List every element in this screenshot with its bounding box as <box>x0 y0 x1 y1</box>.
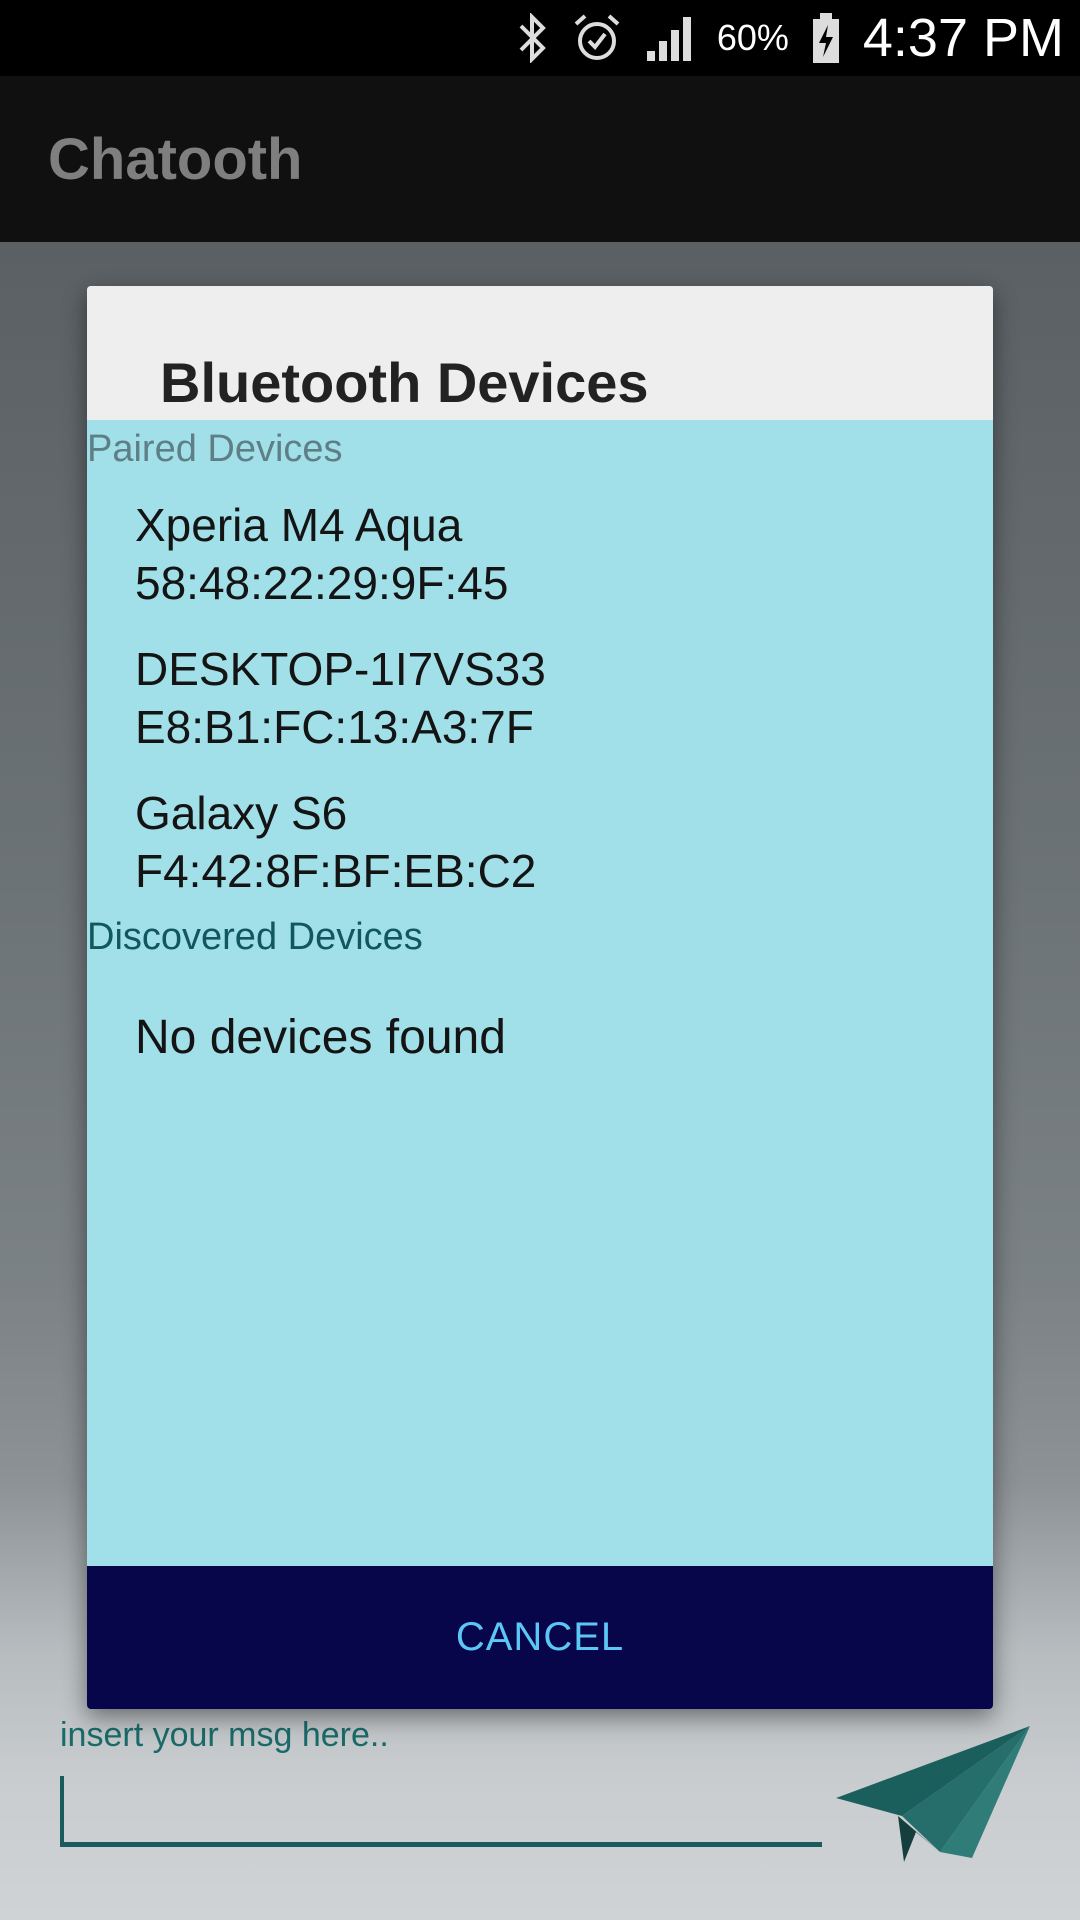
text-cursor <box>60 1776 64 1844</box>
app-title: Chatooth <box>48 127 303 192</box>
battery-percent: 60% <box>716 17 789 58</box>
cancel-label: CANCEL <box>455 1615 625 1659</box>
device-item[interactable]: DESKTOP-1I7VS33 E8:B1:FC:13:A3:7F <box>135 640 546 756</box>
paired-devices-header: Paired Devices <box>87 428 343 470</box>
device-address: 58:48:22:29:9F:45 <box>135 557 509 609</box>
status-bar: 60% 4:37 PM <box>0 0 1080 76</box>
paper-plane-icon[interactable] <box>836 1724 1032 1862</box>
dialog-title: Bluetooth Devices <box>160 351 649 414</box>
device-name: Galaxy S6 <box>135 787 348 839</box>
device-address: E8:B1:FC:13:A3:7F <box>135 701 534 753</box>
app-bar: Chatooth <box>0 76 1080 242</box>
device-item[interactable]: Xperia M4 Aqua 58:48:22:29:9F:45 <box>135 496 508 612</box>
dialog-header: Bluetooth Devices <box>87 286 993 420</box>
alarm-icon <box>574 14 620 60</box>
cancel-button[interactable]: CANCEL <box>87 1566 993 1709</box>
battery-charging-icon <box>812 13 839 63</box>
signal-icon <box>646 17 691 61</box>
message-input-hint: insert your msg here.. <box>60 1716 389 1754</box>
device-name: Xperia M4 Aqua <box>135 499 463 551</box>
bluetooth-icon <box>519 13 546 63</box>
bluetooth-devices-dialog: Bluetooth Devices Paired Devices Xperia … <box>87 286 993 1709</box>
discovered-devices-header: Discovered Devices <box>87 916 423 958</box>
device-name: DESKTOP-1I7VS33 <box>135 643 546 695</box>
message-input[interactable] <box>60 1842 822 1847</box>
device-address: F4:42:8F:BF:EB:C2 <box>135 845 537 897</box>
no-devices-message: No devices found <box>135 1011 506 1064</box>
clock: 4:37 PM <box>862 8 1064 68</box>
device-item[interactable]: Galaxy S6 F4:42:8F:BF:EB:C2 <box>135 784 536 900</box>
